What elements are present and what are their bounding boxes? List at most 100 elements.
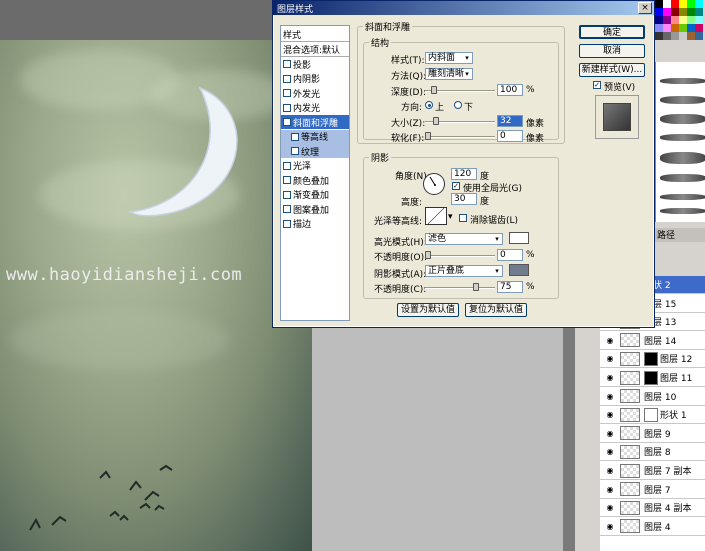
color-swatch[interactable] bbox=[655, 32, 663, 40]
styles-list-item[interactable]: 颜色叠加 bbox=[281, 173, 349, 187]
styles-list-item[interactable]: 内发光 bbox=[281, 101, 349, 115]
shadow-color-swatch[interactable] bbox=[509, 264, 529, 276]
color-swatch[interactable] bbox=[671, 0, 679, 8]
layer-row[interactable]: ◉ 图层 8 bbox=[600, 443, 705, 462]
color-swatch[interactable] bbox=[695, 32, 703, 40]
eye-icon[interactable]: ◉ bbox=[600, 354, 620, 363]
styles-list-item[interactable]: 混合选项:默认 bbox=[281, 43, 349, 57]
size-slider-knob[interactable] bbox=[433, 117, 440, 125]
color-swatch[interactable] bbox=[663, 32, 671, 40]
style-checkbox[interactable] bbox=[283, 205, 291, 213]
layer-row[interactable]: ◉ 图层 9 bbox=[600, 425, 705, 443]
style-checkbox[interactable] bbox=[283, 190, 291, 199]
ok-button[interactable]: 确定 bbox=[579, 25, 645, 39]
layer-row[interactable]: ◉ 形状 1 bbox=[600, 406, 705, 425]
color-swatch[interactable] bbox=[695, 0, 703, 8]
color-swatch[interactable] bbox=[655, 8, 663, 16]
layer-row[interactable]: ◉ 图层 7 bbox=[600, 481, 705, 499]
eye-icon[interactable]: ◉ bbox=[600, 485, 620, 494]
style-checkbox[interactable] bbox=[283, 103, 291, 112]
shadow-opacity-slider[interactable] bbox=[425, 283, 495, 291]
style-checkbox[interactable] bbox=[283, 74, 291, 83]
styles-list-item[interactable]: 图案叠加 bbox=[281, 202, 349, 216]
depth-input[interactable]: 100 bbox=[497, 84, 523, 96]
angle-dial[interactable] bbox=[423, 173, 445, 195]
color-swatch[interactable] bbox=[671, 16, 679, 24]
color-swatch[interactable] bbox=[687, 24, 695, 32]
color-swatch[interactable] bbox=[679, 0, 687, 8]
depth-slider-knob[interactable] bbox=[431, 86, 438, 94]
style-checkbox[interactable] bbox=[283, 219, 291, 228]
color-swatch[interactable] bbox=[687, 0, 695, 8]
dialog-titlebar[interactable]: 图层样式 × bbox=[273, 1, 654, 15]
shadow-opacity-knob[interactable] bbox=[473, 283, 479, 291]
color-swatch[interactable] bbox=[663, 16, 671, 24]
tab-paths[interactable]: 路径 bbox=[655, 228, 705, 242]
style-checkbox[interactable] bbox=[283, 161, 291, 170]
eye-icon[interactable]: ◉ bbox=[600, 522, 620, 531]
color-swatch[interactable] bbox=[655, 0, 663, 8]
direction-down-radio[interactable] bbox=[454, 101, 462, 109]
highlight-opacity-input[interactable]: 0 bbox=[497, 249, 523, 261]
styles-list-item[interactable]: 外发光 bbox=[281, 86, 349, 100]
color-swatch[interactable] bbox=[695, 24, 703, 32]
eye-icon[interactable]: ◉ bbox=[600, 410, 620, 419]
layer-row[interactable]: ◉ 图层 14 bbox=[600, 332, 705, 350]
styles-list-item[interactable]: 描边 bbox=[281, 217, 349, 231]
chevron-down-icon[interactable]: ▾ bbox=[448, 212, 453, 222]
color-swatch[interactable] bbox=[679, 8, 687, 16]
depth-slider[interactable] bbox=[425, 86, 495, 94]
color-swatch[interactable] bbox=[671, 32, 679, 40]
make-default-button[interactable]: 设置为默认值 bbox=[397, 303, 459, 317]
eye-icon[interactable]: ◉ bbox=[600, 447, 620, 456]
cancel-button[interactable]: 取消 bbox=[579, 44, 645, 58]
color-swatch[interactable] bbox=[687, 32, 695, 40]
color-swatches[interactable] bbox=[655, 0, 705, 40]
soften-input[interactable]: 0 bbox=[497, 130, 523, 142]
eye-icon[interactable]: ◉ bbox=[600, 466, 620, 475]
layer-row[interactable]: ◉ 图层 11 bbox=[600, 369, 705, 387]
eye-icon[interactable]: ◉ bbox=[600, 503, 620, 512]
highlight-opacity-knob[interactable] bbox=[425, 251, 431, 259]
styles-list-item[interactable]: 渐变叠加 bbox=[281, 188, 349, 202]
layer-row[interactable]: ◉ 图层 12 bbox=[600, 350, 705, 369]
color-swatch[interactable] bbox=[695, 16, 703, 24]
color-swatch[interactable] bbox=[679, 16, 687, 24]
antialias-checkbox[interactable] bbox=[459, 214, 467, 222]
color-swatch[interactable] bbox=[663, 8, 671, 16]
eye-icon[interactable]: ◉ bbox=[600, 429, 620, 438]
global-light-checkbox[interactable]: ✓ bbox=[452, 182, 460, 190]
layer-row[interactable]: ◉ 图层 4 副本 bbox=[600, 499, 705, 518]
direction-up-radio[interactable] bbox=[425, 101, 433, 109]
moon-photo[interactable] bbox=[0, 40, 312, 551]
color-swatch[interactable] bbox=[671, 24, 679, 32]
style-checkbox[interactable] bbox=[291, 132, 299, 141]
styles-list-item[interactable]: 纹理 bbox=[281, 144, 349, 158]
gloss-contour-picker[interactable] bbox=[425, 207, 447, 225]
color-swatch[interactable] bbox=[663, 0, 671, 8]
style-checkbox[interactable]: ✓ bbox=[283, 118, 291, 126]
shadow-mode-select[interactable]: 正片叠底 ▾ bbox=[425, 265, 503, 277]
highlight-opacity-slider[interactable] bbox=[425, 251, 495, 259]
style-checkbox[interactable] bbox=[283, 60, 291, 68]
styles-list-item[interactable]: 样式 bbox=[281, 28, 349, 42]
color-swatch[interactable] bbox=[663, 24, 671, 32]
new-style-button[interactable]: 新建样式(W)... bbox=[579, 63, 645, 77]
brush-presets[interactable] bbox=[655, 62, 705, 222]
technique-select[interactable]: 雕刻清晰 ▾ bbox=[425, 68, 473, 80]
size-slider[interactable] bbox=[425, 117, 495, 125]
close-button[interactable]: × bbox=[638, 2, 652, 14]
color-swatch[interactable] bbox=[679, 32, 687, 40]
layer-row[interactable]: ◉ 图层 7 副本 bbox=[600, 462, 705, 480]
soften-slider[interactable] bbox=[425, 132, 495, 140]
style-checkbox[interactable] bbox=[283, 89, 291, 97]
reset-default-button[interactable]: 复位为默认值 bbox=[465, 303, 527, 317]
styles-list-item[interactable]: 投影 bbox=[281, 57, 349, 71]
color-swatch[interactable] bbox=[655, 16, 663, 24]
layer-row[interactable]: ◉ 图层 4 bbox=[600, 518, 705, 536]
styles-list-item[interactable]: 光泽 bbox=[281, 159, 349, 173]
shadow-opacity-input[interactable]: 75 bbox=[497, 281, 523, 293]
styles-list-item[interactable]: ✓ 斜面和浮雕 bbox=[281, 115, 349, 129]
soften-slider-knob[interactable] bbox=[425, 132, 431, 140]
color-swatch[interactable] bbox=[679, 24, 687, 32]
